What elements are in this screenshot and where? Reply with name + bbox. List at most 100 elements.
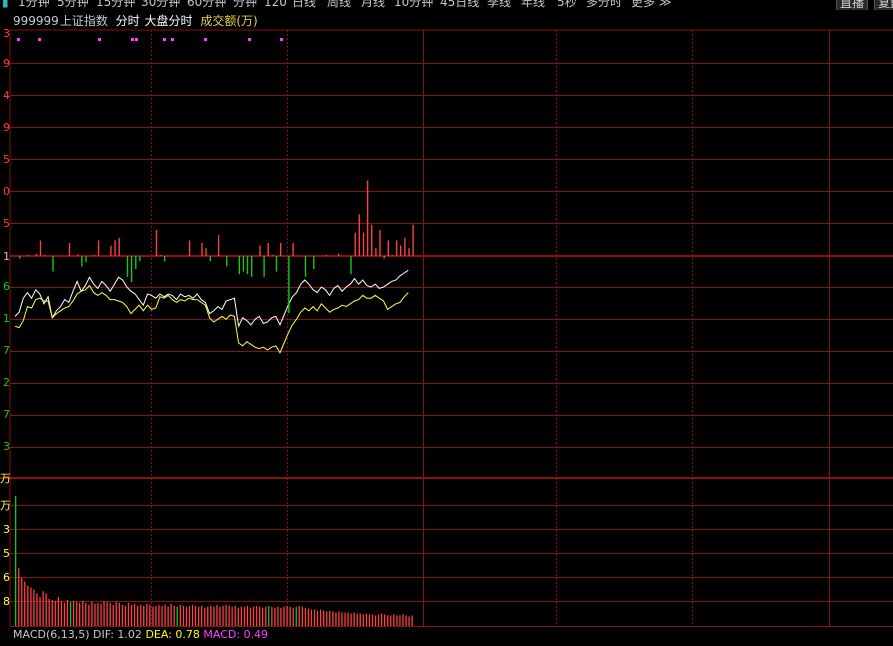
event-marker-4 xyxy=(135,38,138,41)
amount-bar-27 xyxy=(97,602,99,626)
volume-bar-36 xyxy=(164,256,166,262)
amount-bar-19 xyxy=(72,600,75,626)
upper-axis-label-12: 7 xyxy=(3,409,10,420)
amount-bar-101 xyxy=(323,610,325,626)
amount-bar-44 xyxy=(149,604,151,626)
amount-bar-115 xyxy=(365,613,368,626)
volume-bar-17 xyxy=(85,256,87,263)
amount-bar-64 xyxy=(210,605,212,627)
volume-bar-57 xyxy=(251,256,253,277)
volume-bar-64 xyxy=(280,243,282,256)
amount-bar-100 xyxy=(320,609,322,626)
amount-bar-51 xyxy=(170,603,172,626)
volume-bar-82 xyxy=(354,232,356,256)
event-marker-8 xyxy=(248,38,251,41)
amount-bar-0 xyxy=(15,495,17,626)
amount-bar-13 xyxy=(54,600,56,626)
amount-bar-30 xyxy=(106,601,108,626)
amount-bar-81 xyxy=(262,607,264,626)
volume-bar-87 xyxy=(375,248,377,256)
volume-bar-62 xyxy=(271,255,274,256)
amount-bar-43 xyxy=(146,603,148,626)
upper-axis-label-2: 4 xyxy=(3,90,10,101)
amount-bar-95 xyxy=(304,607,307,626)
volume-bar-75 xyxy=(325,255,327,256)
amount-bar-21 xyxy=(79,602,81,626)
amount-bar-62 xyxy=(204,607,206,626)
amount-bar-71 xyxy=(231,606,233,626)
amount-bar-117 xyxy=(371,614,374,626)
amount-bar-52 xyxy=(173,605,175,627)
upper-axis-label-8: 6 xyxy=(3,281,10,292)
amount-bar-56 xyxy=(185,606,188,626)
upper-axis-label-9: 1 xyxy=(3,313,10,324)
amount-bar-55 xyxy=(182,605,185,627)
volume-bar-56 xyxy=(246,256,249,275)
amount-bar-65 xyxy=(213,606,215,626)
event-marker-5 xyxy=(163,38,166,41)
amount-bar-99 xyxy=(316,610,319,626)
volume-bar-27 xyxy=(126,256,129,277)
amount-bar-111 xyxy=(353,612,355,626)
macd-label: MACD(6,13,5) xyxy=(13,628,90,641)
amount-bar-63 xyxy=(207,606,209,626)
volume-bar-70 xyxy=(304,256,307,277)
amount-bar-110 xyxy=(350,613,352,626)
upper-axis-label-6: 5 xyxy=(3,218,10,229)
volume-bar-1 xyxy=(19,256,21,259)
amount-bar-74 xyxy=(240,606,242,626)
amount-bar-112 xyxy=(356,613,358,626)
amount-bar-5 xyxy=(30,587,32,626)
amount-bar-105 xyxy=(335,612,337,626)
amount-bar-34 xyxy=(118,602,120,626)
amount-bar-38 xyxy=(130,604,133,626)
volume-bar-85 xyxy=(366,180,369,256)
event-marker-0 xyxy=(17,38,20,41)
volume-bar-20 xyxy=(97,240,100,256)
amount-bar-25 xyxy=(91,601,93,626)
amount-bar-41 xyxy=(140,604,142,626)
amount-bar-69 xyxy=(225,604,227,626)
volume-bar-59 xyxy=(259,245,261,256)
amount-bar-9 xyxy=(42,591,44,626)
amount-bar-78 xyxy=(252,606,255,626)
upper-axis-label-5: 0 xyxy=(3,186,10,197)
volume-bar-55 xyxy=(242,256,245,272)
amount-bar-46 xyxy=(155,605,157,627)
volume-bar-15 xyxy=(77,254,79,256)
amount-bar-128 xyxy=(405,615,407,626)
event-marker-7 xyxy=(204,38,207,41)
amount-bar-126 xyxy=(399,615,401,626)
volume-bar-25 xyxy=(118,237,120,256)
amount-bar-89 xyxy=(286,605,288,627)
amount-bar-109 xyxy=(347,612,349,626)
upper-axis-label-10: 7 xyxy=(3,345,10,356)
volume-bar-19 xyxy=(93,255,96,256)
volume-bar-60 xyxy=(263,256,265,277)
upper-axis-label-11: 2 xyxy=(3,377,10,388)
amount-bar-12 xyxy=(51,600,53,626)
amount-bar-36 xyxy=(124,605,127,627)
amount-bar-83 xyxy=(268,605,270,627)
amount-bar-22 xyxy=(82,600,84,626)
amount-bar-26 xyxy=(94,603,96,626)
amount-bar-66 xyxy=(216,604,218,626)
amount-bar-6 xyxy=(33,589,35,626)
volume-bar-72 xyxy=(313,256,315,269)
amount-bar-116 xyxy=(368,614,371,626)
intraday-chart xyxy=(0,29,893,627)
amount-bar-96 xyxy=(307,608,310,626)
volume-bar-63 xyxy=(275,256,278,272)
amount-bar-23 xyxy=(85,602,87,626)
amount-bar-24 xyxy=(88,604,90,626)
amount-bar-67 xyxy=(219,606,221,626)
upper-axis-label-4: 5 xyxy=(3,154,10,165)
amount-bar-61 xyxy=(201,605,203,627)
amount-bar-103 xyxy=(329,610,331,626)
upper-axis-label-3: 9 xyxy=(3,122,10,133)
amount-bar-28 xyxy=(100,603,102,626)
amount-bar-92 xyxy=(295,606,297,626)
amount-bar-18 xyxy=(69,601,72,626)
event-marker-2 xyxy=(98,38,101,41)
amount-bar-54 xyxy=(179,604,181,626)
